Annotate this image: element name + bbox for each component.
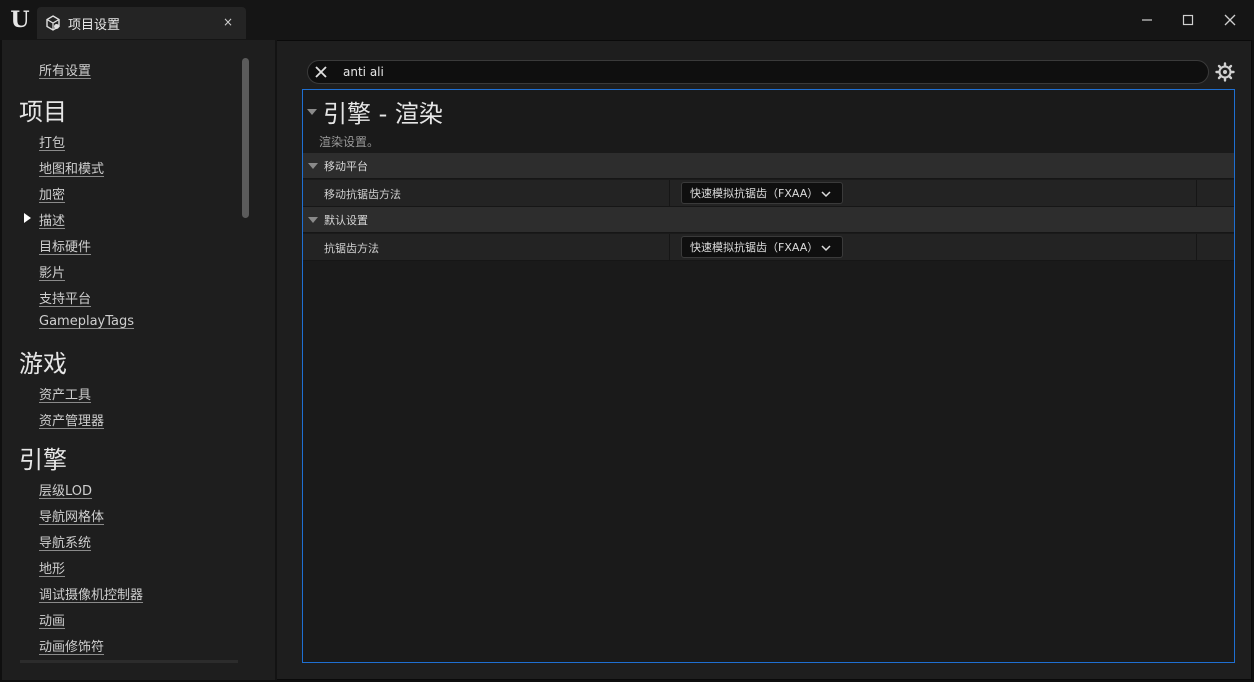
nav-item[interactable]: 调试摄像机控制器 bbox=[39, 584, 143, 603]
nav-section-title: 引擎 bbox=[19, 446, 67, 474]
clear-search-icon[interactable] bbox=[313, 64, 329, 80]
column-splitter[interactable] bbox=[669, 180, 670, 207]
dropdown-value: 快速模拟抗锯齿（FXAA） bbox=[690, 187, 819, 200]
nav-item[interactable]: 打包 bbox=[39, 132, 65, 151]
nav-item[interactable]: 动画修饰符 bbox=[39, 636, 104, 655]
aa-method-dropdown[interactable]: 快速模拟抗锯齿（FXAA） bbox=[681, 236, 843, 258]
category-title: 引擎 - 渲染 bbox=[323, 100, 443, 128]
nav-item[interactable]: 导航系统 bbox=[39, 532, 91, 551]
column-splitter bbox=[1196, 234, 1197, 261]
nav-item[interactable]: 层级LOD bbox=[39, 480, 92, 499]
details-panel: 引擎 - 渲染 渲染设置。 移动平台 移动抗锯齿方法 快速模拟抗锯齿（FXAA）… bbox=[302, 89, 1235, 663]
collapse-group-icon[interactable] bbox=[308, 163, 318, 169]
chevron-down-icon bbox=[821, 245, 831, 252]
settings-cube-icon bbox=[46, 15, 60, 31]
property-row: 移动抗锯齿方法 快速模拟抗锯齿（FXAA） bbox=[303, 180, 1234, 207]
property-label: 抗锯齿方法 bbox=[324, 242, 379, 255]
tab-project-settings[interactable]: 项目设置 × bbox=[37, 7, 246, 39]
property-row: 抗锯齿方法 快速模拟抗锯齿（FXAA） bbox=[303, 234, 1234, 261]
nav-scrollbar[interactable] bbox=[242, 58, 249, 218]
group-label: 移动平台 bbox=[324, 160, 368, 173]
nav-item[interactable]: 导航网格体 bbox=[39, 506, 104, 525]
group-label: 默认设置 bbox=[324, 214, 368, 227]
close-icon bbox=[1224, 14, 1236, 26]
close-window-button[interactable] bbox=[1218, 8, 1242, 32]
nav-item[interactable]: 目标硬件 bbox=[39, 236, 91, 255]
nav-item-selected[interactable]: 描述 bbox=[39, 210, 65, 229]
maximize-icon bbox=[1182, 14, 1194, 26]
nav-item[interactable]: 支持平台 bbox=[39, 288, 91, 307]
group-header-mobile[interactable]: 移动平台 bbox=[303, 153, 1234, 179]
nav-item[interactable]: GameplayTags bbox=[39, 314, 134, 329]
search-input[interactable] bbox=[341, 63, 1191, 81]
minimize-icon bbox=[1142, 19, 1152, 21]
nav-item[interactable]: 动画 bbox=[39, 610, 65, 629]
unreal-logo-icon[interactable]: U bbox=[6, 6, 34, 34]
category-description: 渲染设置。 bbox=[319, 135, 380, 149]
nav-section-title: 项目 bbox=[19, 98, 67, 126]
nav-item[interactable]: 地形 bbox=[39, 558, 65, 577]
column-splitter bbox=[1196, 180, 1197, 207]
tab-label: 项目设置 bbox=[68, 17, 121, 33]
nav-item[interactable]: 资产工具 bbox=[39, 384, 91, 403]
dropdown-value: 快速模拟抗锯齿（FXAA） bbox=[690, 241, 819, 254]
collapse-category-icon[interactable] bbox=[307, 109, 317, 115]
minimize-button[interactable] bbox=[1135, 8, 1159, 32]
title-bar: U 项目设置 × bbox=[0, 0, 1254, 40]
settings-nav: 所有设置 项目 打包 地图和模式 加密 描述 目标硬件 影片 支持平台 Game… bbox=[2, 40, 277, 680]
tab-close-icon[interactable]: × bbox=[222, 15, 234, 29]
chevron-down-icon bbox=[821, 191, 831, 198]
nav-section-title: 游戏 bbox=[19, 350, 67, 378]
column-splitter[interactable] bbox=[669, 234, 670, 261]
selected-arrow-icon bbox=[24, 213, 31, 223]
nav-item[interactable]: 影片 bbox=[39, 262, 65, 281]
property-label: 移动抗锯齿方法 bbox=[324, 188, 401, 201]
search-box bbox=[307, 60, 1209, 84]
nav-divider bbox=[20, 660, 238, 663]
nav-item[interactable]: 地图和模式 bbox=[39, 158, 104, 177]
aa-method-dropdown[interactable]: 快速模拟抗锯齿（FXAA） bbox=[681, 182, 843, 204]
nav-item[interactable]: 资产管理器 bbox=[39, 410, 104, 429]
collapse-group-icon[interactable] bbox=[308, 217, 318, 223]
gear-icon[interactable] bbox=[1215, 62, 1235, 82]
nav-item[interactable]: 加密 bbox=[39, 184, 65, 203]
maximize-button[interactable] bbox=[1176, 8, 1200, 32]
nav-all-settings[interactable]: 所有设置 bbox=[39, 60, 91, 79]
group-header-defaults[interactable]: 默认设置 bbox=[303, 207, 1234, 233]
